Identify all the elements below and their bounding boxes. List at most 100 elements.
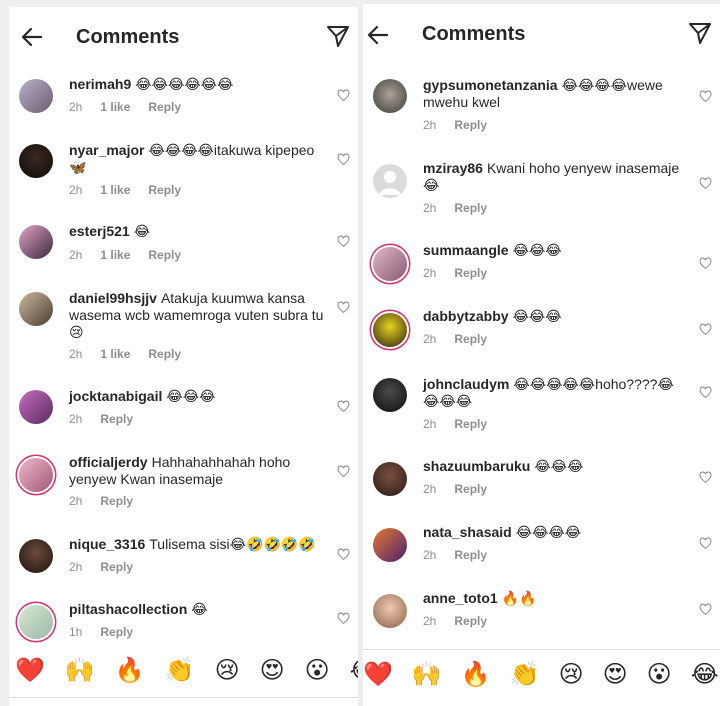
avatar[interactable]: [19, 458, 53, 492]
comment-text: Tulisema sisi😂🤣🤣🤣🤣: [149, 536, 316, 552]
avatar[interactable]: [373, 462, 407, 496]
back-arrow-icon[interactable]: [19, 24, 45, 50]
heart-icon[interactable]: [699, 386, 712, 399]
reply-button[interactable]: Reply: [148, 248, 181, 262]
comment-item: officialjerdy Hahhahahhahah hoho yenyew K…: [9, 452, 358, 518]
comment-username[interactable]: esterj521: [69, 223, 130, 239]
emoji-surprised[interactable]: 😮: [647, 660, 672, 688]
comment-item: jocktanabigail 😂😂😂 2h Reply: [9, 386, 358, 446]
reply-button[interactable]: Reply: [148, 100, 181, 114]
reply-button[interactable]: Reply: [454, 417, 487, 431]
comment-item: piltashacollection 😂 1h Reply: [9, 599, 358, 655]
comment-time: 2h: [423, 417, 437, 431]
heart-icon[interactable]: [337, 400, 350, 413]
reply-button[interactable]: Reply: [454, 201, 487, 215]
like-count[interactable]: 1 like: [100, 248, 130, 262]
comment-username[interactable]: nerimah9: [69, 76, 131, 92]
reply-button[interactable]: Reply: [454, 614, 487, 628]
reply-button[interactable]: Reply: [100, 494, 133, 508]
like-count[interactable]: 1 like: [100, 347, 130, 361]
comment-text: 😂: [133, 223, 151, 239]
comment-item: dabbytzabby 😂😂😂 2h Reply: [363, 307, 720, 367]
heart-icon[interactable]: [699, 471, 712, 484]
comment-username[interactable]: gypsumonetanzania: [423, 77, 558, 93]
reply-button[interactable]: Reply: [148, 183, 181, 197]
heart-icon[interactable]: [699, 323, 712, 336]
reply-button[interactable]: Reply: [454, 266, 487, 280]
avatar[interactable]: [19, 144, 53, 178]
emoji-heart-eyes[interactable]: 😍: [260, 656, 285, 684]
comment-username[interactable]: nique_3316: [69, 536, 145, 552]
reply-button[interactable]: Reply: [454, 482, 487, 496]
heart-icon[interactable]: [699, 90, 712, 103]
comment-username[interactable]: shazuumbaruku: [423, 458, 530, 474]
heart-icon[interactable]: [699, 603, 712, 616]
avatar[interactable]: [373, 378, 407, 412]
reply-button[interactable]: Reply: [454, 118, 487, 132]
avatar[interactable]: [19, 79, 53, 113]
direct-send-icon[interactable]: [326, 24, 350, 48]
comment-text: 😂😂😂😂😂😂: [135, 76, 234, 92]
avatar[interactable]: [19, 390, 53, 424]
emoji-raised-hands[interactable]: 🙌: [412, 660, 442, 688]
emoji-laughing[interactable]: 😂: [691, 660, 719, 688]
reply-button[interactable]: Reply: [100, 412, 133, 426]
comment-item: nique_3316 Tulisema sisi😂🤣🤣🤣🤣 2h Reply: [9, 535, 358, 595]
comment-username[interactable]: summaangle: [423, 242, 509, 258]
avatar[interactable]: [373, 79, 407, 113]
avatar[interactable]: [373, 528, 407, 562]
like-count[interactable]: 1 like: [100, 183, 130, 197]
heart-icon[interactable]: [337, 89, 350, 102]
reply-button[interactable]: Reply: [148, 347, 181, 361]
heart-icon[interactable]: [337, 235, 350, 248]
emoji-raised-hands[interactable]: 🙌: [65, 656, 95, 684]
comment-username[interactable]: piltashacollection: [69, 601, 187, 617]
avatar[interactable]: [373, 313, 407, 347]
like-count[interactable]: 1 like: [100, 100, 130, 114]
heart-icon[interactable]: [337, 548, 350, 561]
comment-username[interactable]: officialjerdy: [69, 454, 148, 470]
emoji-crying[interactable]: 😢: [215, 656, 240, 684]
heart-icon[interactable]: [337, 612, 350, 625]
reply-button[interactable]: Reply: [454, 332, 487, 346]
heart-icon[interactable]: [337, 153, 350, 166]
heart-icon[interactable]: [337, 465, 350, 478]
comment-time: 2h: [423, 118, 437, 132]
comment-username[interactable]: jocktanabigail: [69, 388, 162, 404]
reply-button[interactable]: Reply: [100, 625, 133, 639]
heart-icon[interactable]: [699, 257, 712, 270]
emoji-clap[interactable]: 👏: [510, 660, 540, 688]
avatar[interactable]: [373, 594, 407, 628]
comment-username[interactable]: mziray86: [423, 160, 483, 176]
emoji-heart-eyes[interactable]: 😍: [603, 660, 628, 688]
back-arrow-icon[interactable]: [365, 22, 391, 48]
avatar[interactable]: [19, 539, 53, 573]
comment-time: 2h: [69, 560, 83, 574]
emoji-fire[interactable]: 🔥: [115, 656, 145, 684]
comment-username[interactable]: nyar_major: [69, 142, 144, 158]
page-title: Comments: [422, 23, 526, 45]
avatar[interactable]: [19, 605, 53, 639]
comment-username[interactable]: nata_shasaid: [423, 524, 512, 540]
comment-username[interactable]: anne_toto1: [423, 590, 498, 606]
comment-username[interactable]: johnclaudym: [423, 376, 509, 392]
avatar[interactable]: [373, 247, 407, 281]
direct-send-icon[interactable]: [688, 21, 712, 45]
emoji-heart[interactable]: ❤️: [363, 660, 393, 688]
reply-button[interactable]: Reply: [100, 560, 133, 574]
avatar[interactable]: [19, 225, 53, 259]
reply-button[interactable]: Reply: [454, 548, 487, 562]
emoji-heart[interactable]: ❤️: [15, 656, 45, 684]
avatar[interactable]: [19, 292, 53, 326]
heart-icon[interactable]: [337, 301, 350, 314]
emoji-surprised[interactable]: 😮: [305, 656, 330, 684]
heart-icon[interactable]: [699, 537, 712, 550]
comment-username[interactable]: daniel99hsjjv: [69, 290, 157, 306]
default-avatar[interactable]: [373, 164, 407, 198]
emoji-clap[interactable]: 👏: [165, 656, 195, 684]
emoji-laughing[interactable]: 😂: [350, 656, 358, 684]
emoji-fire[interactable]: 🔥: [461, 660, 491, 688]
comment-username[interactable]: dabbytzabby: [423, 308, 509, 324]
emoji-crying[interactable]: 😢: [559, 660, 584, 688]
heart-icon[interactable]: [699, 177, 712, 190]
